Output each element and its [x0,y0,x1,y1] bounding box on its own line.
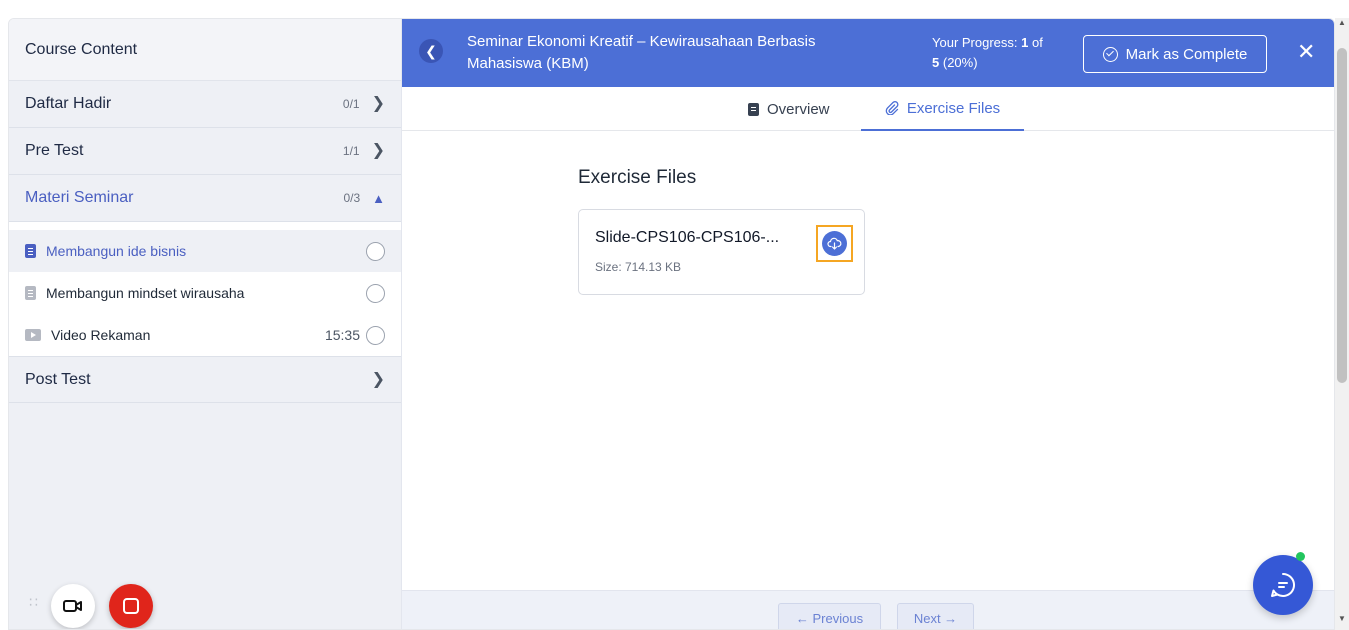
video-icon [25,329,41,341]
tab-label: Exercise Files [906,99,1001,117]
section-title: Pre Test [25,142,84,159]
check-circle-icon [1102,46,1118,62]
section-title: Materi Seminar [25,189,134,206]
section-title: Post Test [25,370,91,388]
lesson-navigation: ← Previous Next → [402,590,1334,629]
recording-toolbar: ∷ [29,584,153,628]
back-button[interactable]: ❮ [419,39,443,63]
completion-checkbox[interactable] [366,283,385,303]
scroll-up-icon[interactable]: ▲ [1338,18,1346,27]
course-title: Seminar Ekonomi Kreatif – Kewirausahaan … [467,33,816,72]
download-button[interactable] [816,225,853,262]
paperclip-icon [885,101,899,115]
lesson-item[interactable]: Membangun ide bisnis [9,230,401,272]
document-icon [25,286,36,300]
online-status-dot [1296,552,1305,561]
section-count: 0/3 [343,191,361,205]
scroll-down-icon[interactable]: ▼ [1338,614,1346,623]
chevron-right-icon: ❯ [371,370,385,388]
app-frame: Course Content Daftar Hadir 0/1 ❯ Pre Te… [8,18,1335,630]
chat-button[interactable] [1253,555,1313,615]
stop-recording-button[interactable] [109,584,153,628]
file-size: Size: 714.13 KB [595,260,682,274]
page-scrollbar[interactable]: ▲ ▼ [1335,18,1349,630]
lesson-title: Video Rekaman [51,327,151,343]
sidebar-title: Course Content [9,19,401,81]
section-count: 1/1 [342,144,360,158]
lesson-list: Membangun ide bisnis Membangun mindset w… [9,222,401,356]
content-tabs: Overview Exercise Files [402,87,1334,131]
lesson-item[interactable]: Membangun mindset wirausaha [9,272,401,314]
close-icon[interactable]: ✕ [1297,41,1315,63]
tab-overview[interactable]: Overview [748,87,830,131]
completion-checkbox[interactable] [366,325,385,345]
course-header: ❮ Seminar Ekonomi Kreatif – Kewirausahaa… [402,19,1334,87]
progress-label: Your Progress: [932,35,1018,50]
tab-exercise-files[interactable]: Exercise Files [861,87,1024,131]
section-daftar-hadir[interactable]: Daftar Hadir 0/1 ❯ [9,81,401,128]
camera-button[interactable] [51,584,95,628]
cloud-download-icon [827,237,842,250]
section-post-test[interactable]: Post Test ❯ [9,356,401,403]
section-title: Daftar Hadir [25,95,112,112]
next-button[interactable]: Next → [897,603,974,629]
document-icon [748,102,759,116]
drag-handle-icon[interactable]: ∷ [29,595,38,614]
progress-percent: (20%) [942,55,978,70]
video-camera-icon [63,600,82,612]
chat-bubble-icon [1271,572,1295,597]
previous-button[interactable]: ← Previous [778,603,881,629]
file-card: Slide-CPS106-CPS106-... Size: 714.13 KB [578,209,865,295]
stop-icon [123,598,139,614]
progress-total: 5 [932,55,940,70]
mark-complete-label: Mark as Complete [1125,45,1248,63]
section-materi-seminar[interactable]: Materi Seminar 0/3 ▲ [9,175,401,222]
tab-label: Overview [767,100,830,118]
lesson-duration: 15:35 [324,327,360,343]
course-sidebar: Course Content Daftar Hadir 0/1 ❯ Pre Te… [9,19,402,629]
scroll-thumb[interactable] [1337,48,1347,383]
progress-current: 1 [1021,35,1029,50]
chevron-up-icon: ▲ [372,190,385,206]
section-pre-test[interactable]: Pre Test 1/1 ❯ [9,128,401,175]
lesson-title: Membangun mindset wirausaha [46,285,245,301]
section-count: 0/1 [342,97,360,111]
lesson-title: Membangun ide bisnis [46,243,187,259]
chevron-right-icon: ❯ [371,95,385,112]
document-icon [25,244,36,258]
progress-indicator: Your Progress: 1 of 5 (20%) [932,33,1072,73]
lesson-item[interactable]: Video Rekaman 15:35 [9,314,401,356]
progress-of: of [1032,35,1043,50]
mark-as-complete-button[interactable]: Mark as Complete [1083,35,1267,73]
exercise-files-heading: Exercise Files [578,167,697,188]
file-name: Slide-CPS106-CPS106-... [595,229,780,246]
chevron-right-icon: ❯ [371,142,385,159]
completion-checkbox[interactable] [366,241,385,261]
main-panel: ❮ Seminar Ekonomi Kreatif – Kewirausahaa… [402,19,1334,629]
